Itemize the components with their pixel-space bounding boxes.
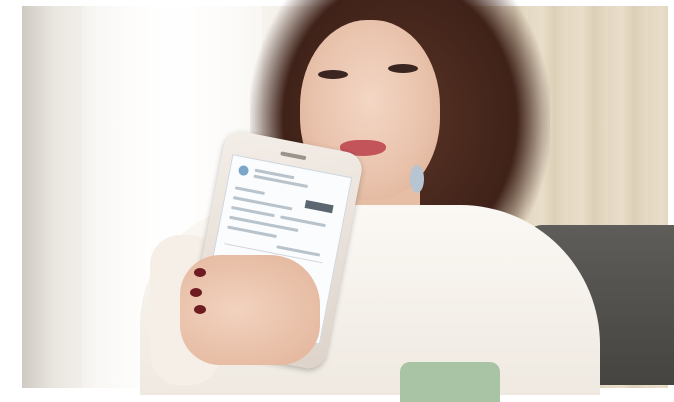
green-mug	[400, 362, 500, 402]
phone-speaker	[280, 151, 307, 161]
fingernail	[194, 268, 206, 277]
screen-text-line	[280, 215, 326, 228]
barcode	[304, 200, 334, 214]
screen-text-line	[234, 186, 265, 195]
fingernail	[194, 305, 206, 314]
left-eye	[318, 70, 348, 79]
fingernail	[190, 288, 202, 297]
screen-text-line	[231, 205, 275, 218]
screen-text-line	[227, 225, 277, 239]
earring	[410, 165, 424, 193]
app-logo-icon	[237, 164, 250, 177]
right-eye	[388, 64, 418, 73]
